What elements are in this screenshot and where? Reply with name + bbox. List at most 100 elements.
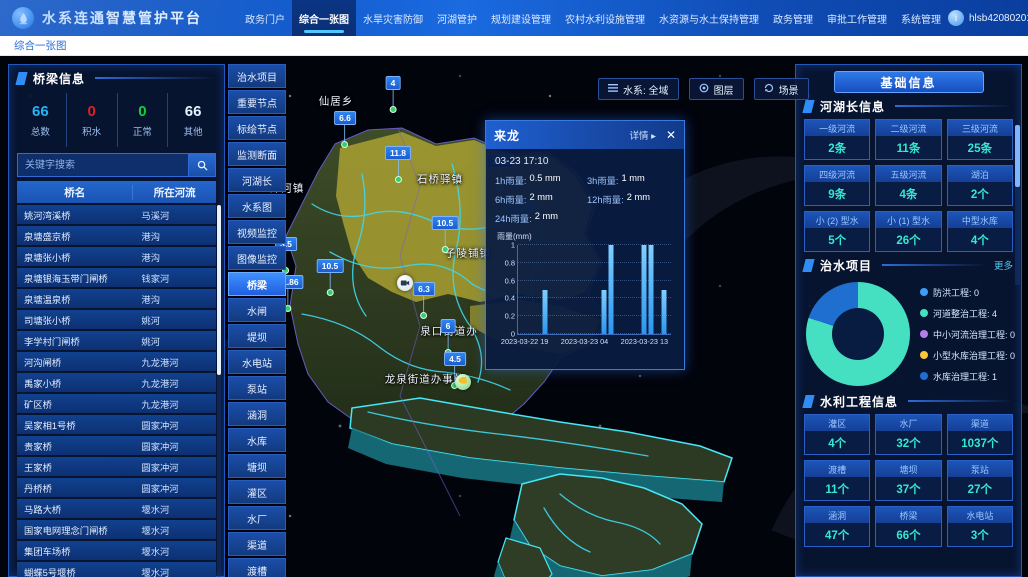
map-control-[interactable]: 水系: 全域	[598, 78, 679, 100]
layer-menu-item[interactable]: 水闸	[228, 298, 286, 322]
legend-label: 防洪工程: 0	[933, 286, 979, 299]
table-row[interactable]: 姚河湾溪桥马溪河	[17, 205, 216, 224]
more-link[interactable]: 更多	[994, 258, 1013, 272]
panel-scrollbar[interactable]	[1015, 125, 1020, 285]
table-row[interactable]: 马路大桥堰水河	[17, 499, 216, 518]
nav-tab[interactable]: 水旱灾害防御	[356, 0, 430, 36]
engineering-card[interactable]: 桥梁66个	[875, 506, 941, 547]
water-level-marker[interactable]: 10.5	[432, 216, 459, 253]
nav-tab[interactable]: 河湖管护	[430, 0, 484, 36]
rain-station-marker-icon[interactable]	[455, 374, 471, 390]
tab-base-info[interactable]: 基础信息	[834, 71, 984, 93]
river-chief-card[interactable]: 小 (1) 型水26个	[875, 211, 941, 252]
layer-menu-item[interactable]: 渠道	[228, 532, 286, 556]
layer-menu-item[interactable]: 涵洞	[228, 402, 286, 426]
layer-menu-item[interactable]: 渡槽	[228, 558, 286, 577]
layer-menu-item[interactable]: 水电站	[228, 350, 286, 374]
table-row[interactable]: 王家桥圆家冲河	[17, 457, 216, 476]
bridge-name-cell: 泉塘盛京桥	[17, 229, 132, 243]
engineering-card[interactable]: 渠道1037个	[947, 414, 1013, 455]
table-row[interactable]: 泉塘盛京桥港沟	[17, 226, 216, 245]
bridge-name-cell: 马路大桥	[17, 502, 132, 516]
engineering-card[interactable]: 塘坝37个	[875, 460, 941, 501]
nav-tab[interactable]: 政务门户	[238, 0, 292, 36]
water-level-marker[interactable]: 6.6	[334, 111, 356, 148]
map-control-[interactable]: 场景	[754, 78, 809, 100]
layer-menu-item[interactable]: 监测断面	[228, 142, 286, 166]
table-row[interactable]: 矿区桥九龙港河	[17, 394, 216, 413]
engineering-card[interactable]: 灌区4个	[804, 414, 870, 455]
water-level-marker[interactable]: 4	[386, 76, 401, 113]
section-divider	[908, 400, 1013, 402]
bridge-stat: 0积水	[66, 93, 117, 147]
nav-tab[interactable]: 审批工作管理	[820, 0, 894, 36]
table-row[interactable]: 集团车场桥堰水河	[17, 541, 216, 560]
user-menu[interactable]: i hlsb42080201 ∨	[948, 10, 1028, 26]
engineering-card[interactable]: 水电站3个	[947, 506, 1013, 547]
popup-detail-link[interactable]: 详情 ▸	[630, 128, 656, 142]
camera-marker-icon[interactable]	[397, 275, 413, 291]
river-chief-card[interactable]: 中型水库4个	[947, 211, 1013, 252]
table-row[interactable]: 河沟闸桥九龙港河	[17, 352, 216, 371]
nav-tab[interactable]: 系统管理	[894, 0, 948, 36]
layer-menu-item[interactable]: 图像监控	[228, 246, 286, 270]
layer-menu-item[interactable]: 治水项目	[228, 64, 286, 88]
map-control-[interactable]: 图层	[689, 78, 744, 100]
table-row[interactable]: 泉塘张小桥港沟	[17, 247, 216, 266]
breadcrumb[interactable]: 综合一张图	[0, 38, 67, 53]
table-row[interactable]: 国家电网理念门闸桥堰水河	[17, 520, 216, 539]
metric-label: 1h雨量:	[495, 173, 527, 187]
table-row[interactable]: 李学村门闸桥姚河	[17, 331, 216, 350]
layer-menu-item[interactable]: 标绘节点	[228, 116, 286, 140]
layer-menu-item[interactable]: 水库	[228, 428, 286, 452]
engineering-card[interactable]: 水厂32个	[875, 414, 941, 455]
search-button[interactable]	[188, 153, 216, 177]
river-chief-card[interactable]: 湖泊2个	[947, 165, 1013, 206]
layer-menu-item[interactable]: 堤坝	[228, 324, 286, 348]
table-row[interactable]: 吴家相1号桥圆家冲河	[17, 415, 216, 434]
layer-menu-item[interactable]: 河湖长	[228, 168, 286, 192]
marker-dot-icon	[326, 289, 333, 296]
nav-tab[interactable]: 规划建设管理	[484, 0, 558, 36]
nav-tab[interactable]: 农村水利设施管理	[558, 0, 652, 36]
layer-menu-item[interactable]: 塘坝	[228, 454, 286, 478]
nav-tab[interactable]: 综合一张图	[292, 0, 356, 36]
table-row[interactable]: 丹桥桥圆家冲河	[17, 478, 216, 497]
layer-menu-item[interactable]: 灌区	[228, 480, 286, 504]
nav-tab[interactable]: 政务管理	[766, 0, 820, 36]
nav-tab[interactable]: 水资源与水土保持管理	[652, 0, 766, 36]
table-scrollbar-thumb[interactable]	[217, 205, 221, 375]
table-row[interactable]: 蝴蝶5号堰桥堰水河	[17, 562, 216, 577]
river-chief-card[interactable]: 五级河流4条	[875, 165, 941, 206]
water-level-marker[interactable]: 6	[441, 319, 456, 356]
engineering-card[interactable]: 涵洞47个	[804, 506, 870, 547]
table-row[interactable]: 贵家桥圆家冲河	[17, 436, 216, 455]
map-control-label: 图层	[714, 82, 734, 97]
water-level-marker[interactable]: 10.5	[317, 259, 344, 296]
marker-dot-icon	[394, 176, 401, 183]
river-chief-card[interactable]: 四级河流9条	[804, 165, 870, 206]
engineering-card[interactable]: 泵站27个	[947, 460, 1013, 501]
river-chief-card[interactable]: 一级河流2条	[804, 119, 870, 160]
layer-menu-item[interactable]: 桥梁	[228, 272, 286, 296]
water-level-marker[interactable]: 11.8	[385, 146, 411, 183]
table-row[interactable]: 司塘张小桥姚河	[17, 310, 216, 329]
table-row[interactable]: 禹家小桥九龙港河	[17, 373, 216, 392]
table-row[interactable]: 泉塘温泉桥港沟	[17, 289, 216, 308]
layer-menu-item[interactable]: 水厂	[228, 506, 286, 530]
river-chief-card[interactable]: 三级河流25条	[947, 119, 1013, 160]
engineering-card[interactable]: 渡槽11个	[804, 460, 870, 501]
river-chief-card[interactable]: 小 (2) 型水5个	[804, 211, 870, 252]
table-row[interactable]: 泉塘银海玉带门闸桥钱家河	[17, 268, 216, 287]
layer-menu-item[interactable]: 泵站	[228, 376, 286, 400]
table-scrollbar[interactable]	[217, 205, 221, 577]
panel-scrollbar-thumb[interactable]	[1015, 125, 1020, 187]
layer-menu-item[interactable]: 视频监控	[228, 220, 286, 244]
river-chief-card[interactable]: 二级河流11条	[875, 119, 941, 160]
search-input[interactable]	[17, 153, 188, 177]
card-value: 4条	[876, 182, 940, 205]
water-level-marker[interactable]: 6.3	[413, 282, 435, 319]
close-icon[interactable]: ✕	[666, 128, 676, 142]
layer-menu-item[interactable]: 水系图	[228, 194, 286, 218]
layer-menu-item[interactable]: 重要节点	[228, 90, 286, 114]
